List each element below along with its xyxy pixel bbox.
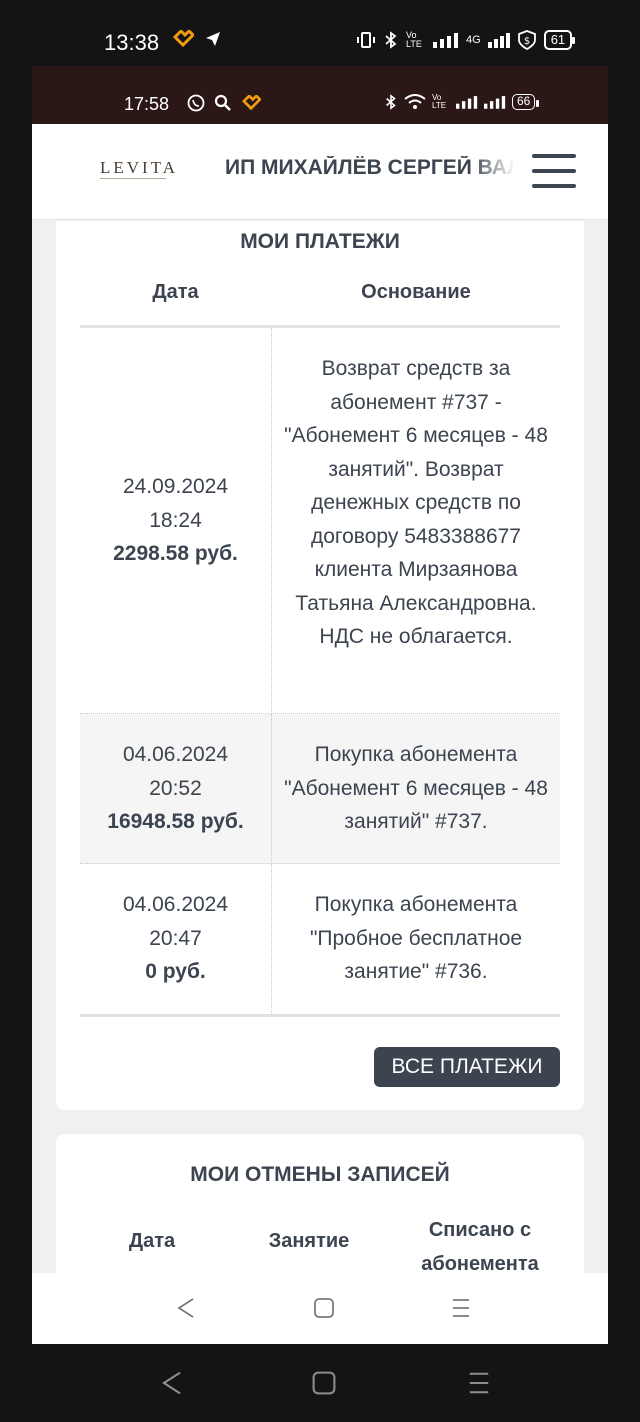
cancellations-card: МОИ ОТМЕНЫ ЗАПИСЕЙ Дата Занятие Списано … xyxy=(56,1134,584,1273)
column-header-date: Дата xyxy=(152,281,199,303)
volte-label-inner: Vo LTE xyxy=(432,93,447,110)
payment-time: 18:24 xyxy=(149,508,202,532)
outer-navigation-bar xyxy=(0,1344,640,1422)
logo-underline xyxy=(100,178,166,180)
payment-amount: 16948.58 руб. xyxy=(107,810,244,833)
back-triangle-icon[interactable] xyxy=(171,1295,201,1325)
levita-logo[interactable]: LEVITA xyxy=(100,158,175,186)
menu-lines-shape xyxy=(453,1299,469,1317)
send-app-icon xyxy=(206,32,220,46)
logo-text: LEVITA xyxy=(100,158,179,177)
outer-status-bar: 13:38 Vo LTE 4G $ 61 xyxy=(0,0,640,66)
volte-label: Vo LTE xyxy=(406,30,422,49)
menu-lines-icon[interactable] xyxy=(446,1295,476,1325)
network-type-label: 4G xyxy=(466,34,481,46)
device-screen: 17:58 Vo LTE 66 LEVITA ИП МИХАЙЛЁВ СЕРГЕ… xyxy=(32,66,608,1344)
search-icon xyxy=(214,94,231,111)
viber-icon xyxy=(187,94,205,112)
back-triangle-shape xyxy=(162,1371,181,1395)
all-payments-button[interactable]: ВСЕ ПЛАТЕЖИ xyxy=(374,1047,560,1087)
heart-app-icon-inner xyxy=(242,95,261,111)
wifi-icon xyxy=(404,94,426,109)
hamburger-menu-icon[interactable] xyxy=(532,154,576,188)
menu-lines-icon[interactable] xyxy=(462,1368,496,1402)
home-square-icon[interactable] xyxy=(309,1295,339,1325)
payment-reason: Возврат средств за абонемент #737 - "Або… xyxy=(284,357,548,648)
payments-title: МОИ ПЛАТЕЖИ xyxy=(240,230,400,253)
column-header-reason: Основание xyxy=(361,281,471,303)
table-row: 24.09.2024 18:24 2298.58 руб. Возврат ср… xyxy=(80,328,560,714)
bluetooth-icon xyxy=(385,31,397,49)
outer-battery-indicator: 61 xyxy=(543,30,576,50)
payment-reason: Покупка абонемента "Пробное бесплатное з… xyxy=(309,893,523,983)
inner-navigation-bar xyxy=(32,1273,608,1344)
heart-app-icon xyxy=(172,30,194,48)
burger-line xyxy=(532,184,576,188)
payment-date: 04.06.2024 xyxy=(122,893,229,916)
menu-lines-shape xyxy=(469,1372,489,1394)
signal-icon-2 xyxy=(487,33,510,48)
vibrate-icon xyxy=(357,32,375,48)
shield-dollar-icon: $ xyxy=(517,30,536,50)
table-bottom-divider xyxy=(80,1014,560,1017)
scroll-content[interactable]: МОИ ПЛАТЕЖИ Дата Основание 24.09.2024 18… xyxy=(32,221,608,1273)
bluetooth-icon-inner xyxy=(386,94,396,110)
payment-amount: 2298.58 руб. xyxy=(113,542,238,565)
column-header-lesson: Занятие xyxy=(268,1230,350,1252)
app-header: LEVITA ИП МИХАЙЛЁВ СЕРГЕЙ ВАЛЕРЬЕВИЧ xyxy=(32,124,608,220)
cancellations-title: МОИ ОТМЕНЫ ЗАПИСЕЙ xyxy=(190,1163,450,1186)
signal-icon xyxy=(433,33,458,48)
payment-date: 04.06.2024 xyxy=(122,743,229,766)
column-header-deducted: Списано с абонемента xyxy=(421,1219,539,1273)
inner-battery-indicator: 66 xyxy=(512,94,540,110)
payment-date: 24.09.2024 xyxy=(122,475,229,498)
back-triangle-icon[interactable] xyxy=(155,1368,189,1402)
home-square-icon[interactable] xyxy=(307,1368,341,1402)
table-row: 04.06.2024 20:52 16948.58 руб. Покупка а… xyxy=(80,714,560,864)
payment-reason: Покупка абонемента "Абонемент 6 месяцев … xyxy=(284,743,548,833)
payment-amount: 0 руб. xyxy=(145,960,206,983)
payment-date-cell: 04.06.2024 20:52 16948.58 руб. xyxy=(80,738,271,839)
svg-text:$: $ xyxy=(524,36,530,47)
home-square-shape xyxy=(312,1371,336,1395)
inner-status-bar: 17:58 Vo LTE 66 xyxy=(32,66,608,124)
inner-clock: 17:58 xyxy=(124,94,170,114)
burger-line xyxy=(532,154,576,158)
table-row: 04.06.2024 20:47 0 руб. Покупка абонемен… xyxy=(80,864,560,1014)
payment-time: 20:52 xyxy=(149,776,202,800)
payment-time: 20:47 xyxy=(149,926,202,950)
signal-icon-inner xyxy=(456,96,478,109)
back-triangle-shape xyxy=(177,1298,194,1318)
column-header-date: Дата xyxy=(128,1230,176,1252)
payment-date-cell: 04.06.2024 20:47 0 руб. xyxy=(80,888,271,989)
payments-card: МОИ ПЛАТЕЖИ Дата Основание 24.09.2024 18… xyxy=(56,221,584,1110)
organization-name: ИП МИХАЙЛЁВ СЕРГЕЙ ВАЛЕРЬЕВИЧ xyxy=(225,156,515,179)
home-square-shape xyxy=(314,1298,334,1318)
signal-icon-inner-2 xyxy=(484,96,506,109)
burger-line xyxy=(532,169,576,173)
payment-date-cell: 24.09.2024 18:24 2298.58 руб. xyxy=(80,470,271,571)
outer-clock: 13:38 xyxy=(104,30,160,55)
